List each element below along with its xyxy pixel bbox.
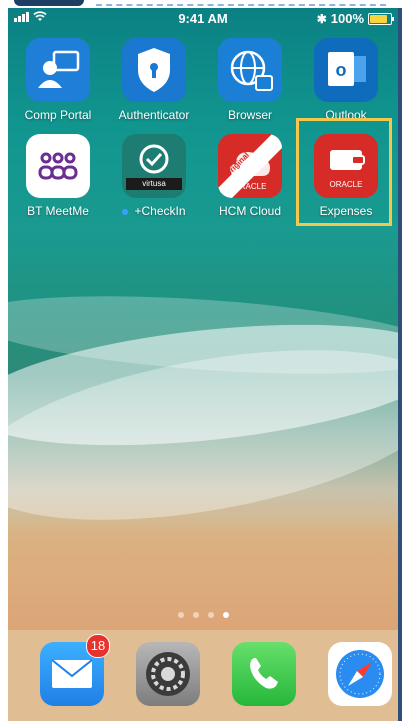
- home-screen: 9:41 AM ✱ 100% Comp Portal Authenticator: [8, 0, 398, 721]
- browser-icon: [218, 38, 282, 102]
- frame-tab: [14, 0, 84, 6]
- app-label: Authenticator: [118, 108, 190, 122]
- app-hcm-cloud[interactable]: Original ORACLE HCM Cloud: [204, 134, 296, 218]
- app-outlook[interactable]: o Outlook: [300, 38, 392, 122]
- page-dot-active[interactable]: [222, 612, 229, 618]
- bt-meetme-icon: [26, 134, 90, 198]
- virtusa-label: virtusa: [142, 179, 166, 188]
- page-dot[interactable]: [192, 612, 199, 618]
- authenticator-icon: [122, 38, 186, 102]
- outlook-icon: o: [314, 38, 378, 102]
- hcm-cloud-icon: Original ORACLE: [218, 134, 282, 198]
- app-label: HCM Cloud: [218, 204, 281, 218]
- app-label: Browser: [227, 108, 272, 122]
- status-bar: 9:41 AM ✱ 100%: [8, 8, 398, 30]
- oracle-brand: ORACLE: [233, 182, 267, 191]
- mail-icon: 18: [40, 634, 110, 706]
- dock-phone[interactable]: [218, 642, 310, 706]
- dock-safari[interactable]: [314, 642, 398, 706]
- battery-percent: 100%: [330, 11, 364, 26]
- app-checkin[interactable]: virtusa +CheckIn: [108, 134, 200, 218]
- highlight-box: [296, 118, 392, 226]
- app-label: +CheckIn: [134, 204, 186, 218]
- svg-text:o: o: [336, 60, 347, 80]
- app-label: Comp Portal: [24, 108, 92, 122]
- app-authenticator[interactable]: Authenticator: [108, 38, 200, 122]
- checkin-icon: virtusa: [122, 134, 186, 198]
- dock-settings[interactable]: [122, 642, 214, 706]
- page-dot[interactable]: [177, 612, 184, 618]
- safari-icon: [328, 642, 392, 706]
- app-comp-portal[interactable]: Comp Portal: [12, 38, 104, 122]
- settings-icon: [136, 642, 200, 706]
- app-browser[interactable]: Browser: [204, 38, 296, 122]
- right-edge-bar: [398, 0, 402, 721]
- phone-icon: [232, 642, 296, 706]
- dock: 18: [8, 630, 398, 721]
- battery-icon: [368, 12, 394, 25]
- page-dot[interactable]: [207, 612, 214, 618]
- app-label: BT MeetMe: [27, 204, 89, 218]
- dock-mail[interactable]: 18: [26, 634, 118, 706]
- frame-dashed-edge: [96, 4, 386, 6]
- new-app-dot: [122, 208, 129, 215]
- comp-portal-icon: [26, 38, 90, 102]
- app-bt-meetme[interactable]: BT MeetMe: [12, 134, 104, 218]
- page-indicator[interactable]: [8, 612, 398, 618]
- mail-badge: 18: [86, 634, 110, 658]
- bluetooth-icon: ✱: [316, 11, 327, 26]
